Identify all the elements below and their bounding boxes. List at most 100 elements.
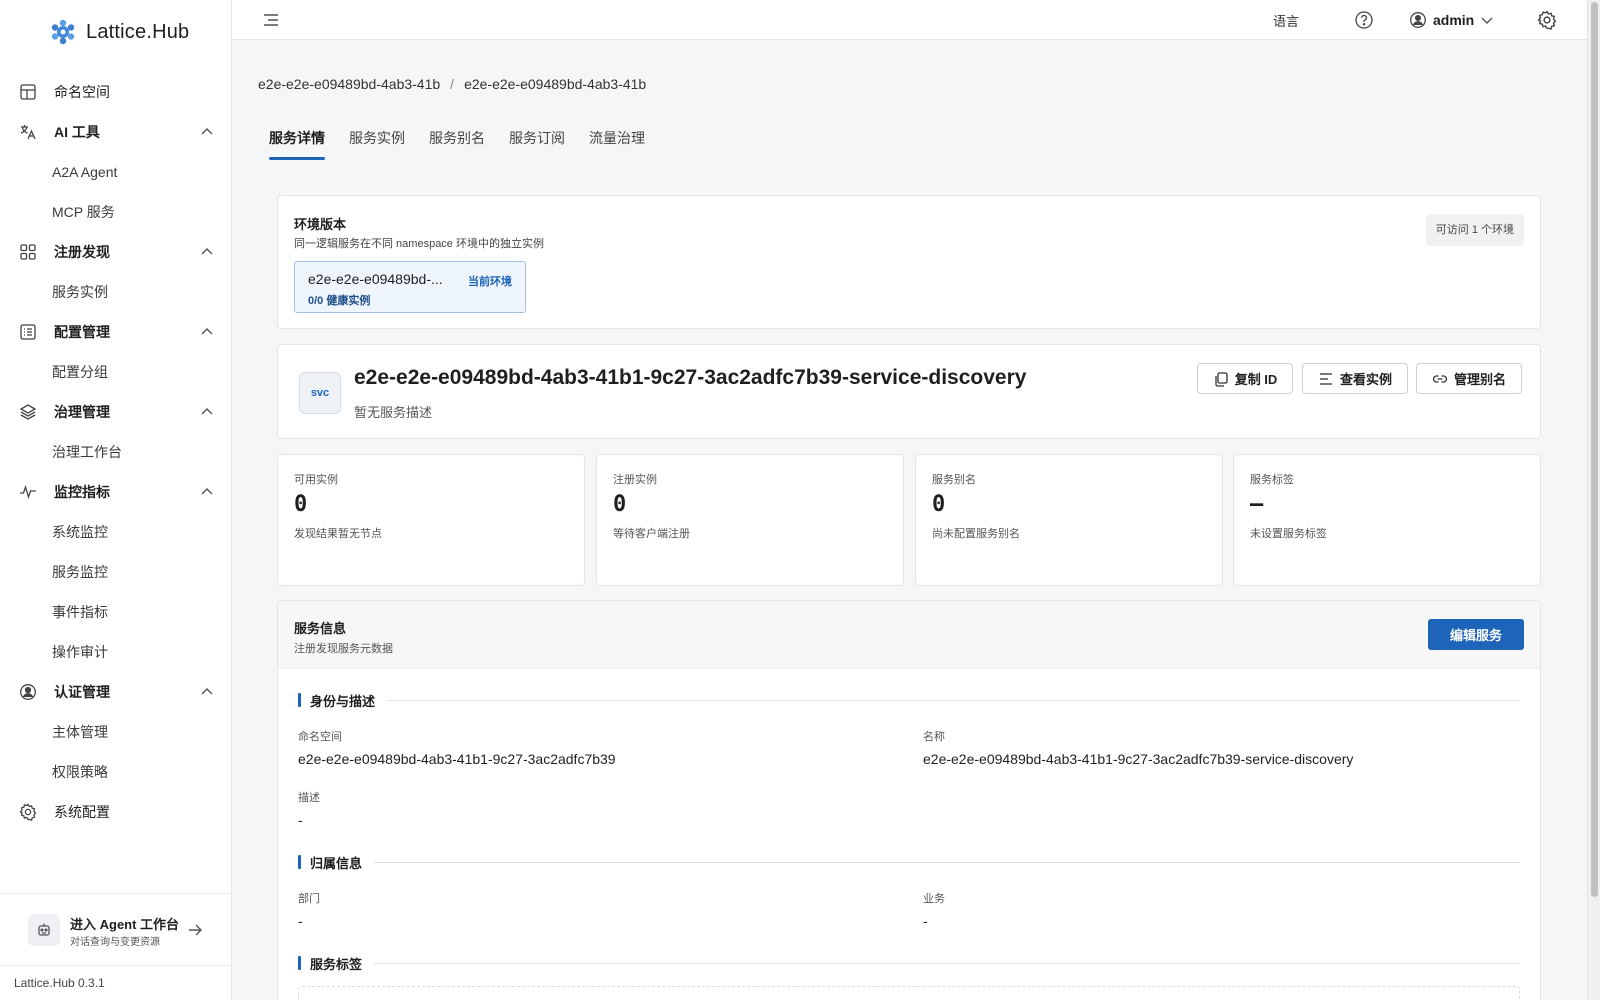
sidebar-subitem-policies[interactable]: 权限策略 (52, 760, 108, 784)
agent-workbench-entry[interactable]: 进入 Agent 工作台 对话查询与变更资源 (0, 893, 232, 965)
namespace-field-value: e2e-e2e-e09489bd-4ab3-41b1-9c27-3ac2adfc… (298, 751, 616, 767)
settings-gear-icon[interactable] (1537, 10, 1557, 30)
namespace-icon (18, 82, 38, 102)
section-divider (374, 861, 1520, 863)
sidebar-item-namespace[interactable]: 命名空间 (0, 72, 232, 112)
sidebar-item-label: 治理管理 (54, 404, 110, 420)
sidebar-item-system-config[interactable]: 系统配置 (0, 792, 232, 832)
sidebar-subitem-service-monitor[interactable]: 服务监控 (52, 560, 108, 584)
user-circle-icon (18, 682, 38, 702)
sidebar-item-label: 命名空间 (54, 84, 110, 100)
sidebar-item-config[interactable]: 配置管理 (0, 312, 232, 352)
tab-service-subscriptions[interactable]: 服务订阅 (509, 126, 565, 160)
sidebar-subitem-mcp-service[interactable]: MCP 服务 (52, 200, 115, 224)
app-version: Lattice.Hub 0.3.1 (0, 965, 232, 1000)
environment-card: 环境版本 同一逻辑服务在不同 namespace 环境中的独立实例 可访问 1 … (277, 195, 1541, 329)
breadcrumb: e2e-e2e-e09489bd-4ab3-41b / e2e-e2e-e094… (258, 76, 646, 92)
sidebar-item-monitoring[interactable]: 监控指标 (0, 472, 232, 512)
stat-value: — (1250, 492, 1264, 517)
copy-id-label: 复制 ID (1234, 372, 1278, 387)
chevron-up-icon (201, 328, 213, 335)
tab-service-detail[interactable]: 服务详情 (269, 126, 325, 160)
stat-label: 服务别名 (932, 474, 976, 486)
page-scrollbar[interactable] (1587, 0, 1600, 1000)
sidebar-subitem-system-monitor[interactable]: 系统监控 (52, 520, 108, 544)
layers-icon (18, 402, 38, 422)
edit-service-button[interactable]: 编辑服务 (1428, 619, 1524, 650)
sidebar-item-registry[interactable]: 注册发现 (0, 232, 232, 272)
sidebar-item-governance[interactable]: 治理管理 (0, 392, 232, 432)
agent-entry-subtitle: 对话查询与变更资源 (70, 937, 160, 948)
stat-card-service-tags: 服务标签 — 未设置服务标签 (1233, 454, 1541, 586)
stat-value: 0 (294, 492, 308, 517)
stat-label: 可用实例 (294, 474, 338, 486)
current-env-tag: 当前环境 (468, 276, 512, 288)
tab-service-instances[interactable]: 服务实例 (349, 126, 405, 160)
copy-icon (1215, 371, 1228, 387)
user-menu[interactable]: admin (1409, 9, 1494, 31)
service-name: e2e-e2e-e09489bd-4ab3-41b1-9c27-3ac2adfc… (354, 366, 1027, 389)
top-bar: 语言 admin (232, 0, 1587, 40)
menu-toggle-icon[interactable] (262, 11, 280, 29)
stat-card-available-instances: 可用实例 0 发现结果暂无节点 (277, 454, 585, 586)
language-switch[interactable]: 语言 (1273, 11, 1299, 30)
department-field-label: 部门 (298, 893, 320, 905)
chevron-up-icon (201, 408, 213, 415)
arrow-right-icon (189, 924, 202, 936)
sidebar-subitem-governance-workbench[interactable]: 治理工作台 (52, 440, 122, 464)
stat-card-registered-instances: 注册实例 0 等待客户端注册 (596, 454, 904, 586)
view-instances-label: 查看实例 (1339, 372, 1392, 387)
sidebar-subitem-service-instances[interactable]: 服务实例 (52, 280, 108, 304)
manage-alias-button[interactable]: 管理别名 (1416, 363, 1522, 394)
grid-icon (18, 242, 38, 262)
list-lines-icon (1319, 372, 1332, 385)
pulse-icon (18, 482, 38, 502)
stat-value: 0 (932, 492, 946, 517)
sidebar-item-auth[interactable]: 认证管理 (0, 672, 232, 712)
sidebar-subitem-event-metrics[interactable]: 事件指标 (52, 600, 108, 624)
chevron-down-icon (1481, 17, 1493, 24)
section-accent-bar (298, 693, 301, 707)
name-field-value: e2e-e2e-e09489bd-4ab3-41b1-9c27-3ac2adfc… (923, 751, 1354, 767)
department-field-value: - (298, 913, 303, 929)
ai-tools-icon (18, 122, 38, 142)
sidebar-subitem-a2a-agent[interactable]: A2A Agent (52, 160, 117, 184)
robot-icon (28, 914, 60, 946)
user-avatar-icon (1410, 12, 1426, 28)
section-divider (387, 699, 1520, 701)
healthy-instances: 0/0 健康实例 (308, 295, 371, 307)
sidebar-item-ai-tools[interactable]: AI 工具 (0, 112, 232, 152)
scrollbar-thumb[interactable] (1591, 2, 1598, 897)
brand[interactable]: Lattice.Hub (50, 18, 189, 46)
sidebar-item-label: 系统配置 (54, 804, 110, 820)
sidebar-subitem-principals[interactable]: 主体管理 (52, 720, 108, 744)
lattice-logo-icon (51, 19, 75, 45)
help-icon[interactable] (1354, 10, 1374, 30)
chevron-up-icon (201, 688, 213, 695)
section-ownership: 归属信息 (298, 853, 1520, 871)
stat-hint: 未设置服务标签 (1250, 528, 1327, 540)
breadcrumb-item[interactable]: e2e-e2e-e09489bd-4ab3-41b (258, 76, 440, 92)
link-icon (1432, 374, 1448, 383)
copy-id-button[interactable]: 复制 ID (1197, 363, 1293, 394)
sidebar-item-label: 监控指标 (54, 484, 110, 500)
sidebar-subitem-config-groups[interactable]: 配置分组 (52, 360, 108, 384)
sidebar-subitem-audit[interactable]: 操作审计 (52, 640, 108, 664)
sidebar-item-label: AI 工具 (54, 124, 100, 140)
env-chip-current[interactable]: e2e-e2e-e09489bd-... 当前环境 0/0 健康实例 (294, 261, 526, 313)
service-info-card: 服务信息 注册发现服务元数据 编辑服务 身份与描述 命名空间 e2e-e2e-e… (277, 600, 1541, 1000)
env-count-badge: 可访问 1 个环境 (1425, 214, 1524, 246)
stat-label: 注册实例 (613, 474, 657, 486)
section-title: 归属信息 (310, 855, 363, 871)
stat-card-service-alias: 服务别名 0 尚未配置服务别名 (915, 454, 1223, 586)
chevron-up-icon (201, 128, 213, 135)
section-title: 身份与描述 (310, 693, 376, 709)
tab-traffic-governance[interactable]: 流量治理 (589, 126, 645, 160)
brand-name: Lattice.Hub (86, 20, 190, 43)
detail-tabs: 服务详情 服务实例 服务别名 服务订阅 流量治理 (269, 126, 645, 160)
stat-value: 0 (613, 492, 627, 517)
stat-hint: 发现结果暂无节点 (294, 528, 382, 540)
view-instances-button[interactable]: 查看实例 (1302, 363, 1408, 394)
agent-entry-title: 进入 Agent 工作台 (70, 917, 180, 932)
tab-service-alias[interactable]: 服务别名 (429, 126, 485, 160)
